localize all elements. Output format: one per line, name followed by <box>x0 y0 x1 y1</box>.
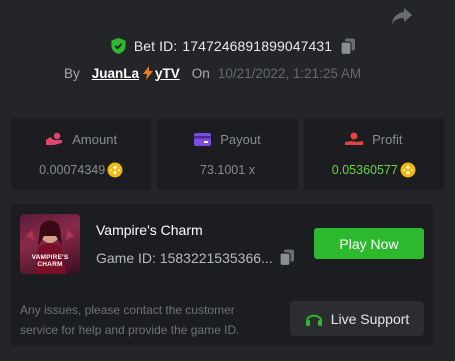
bnb-coin-icon <box>107 162 123 178</box>
profit-value: 0.05360577 <box>331 163 398 177</box>
game-id: Game ID: 1583221535366... <box>96 249 273 266</box>
payout-label: Payout <box>220 131 261 147</box>
profit-icon <box>345 132 364 145</box>
bet-stats: Amount 0.00074349 Payout 73.1001 x Profi… <box>11 118 444 190</box>
lightning-icon <box>143 66 154 80</box>
live-support-label: Live Support <box>330 310 410 327</box>
headset-icon <box>305 314 322 326</box>
amount-stat: Amount 0.00074349 <box>11 118 152 190</box>
bet-id: 1747246891899047431 <box>182 38 333 54</box>
username-link[interactable]: JuanLa yTV <box>92 66 180 81</box>
by-label: By <box>64 65 80 81</box>
game-id-row: Game ID: 1583221535366... <box>96 249 295 266</box>
amount-value: 0.00074349 <box>39 163 106 177</box>
game-card: VAMPIRE'S CHARM Vampire's Charm Game ID:… <box>11 204 433 346</box>
game-thumbnail-title: VAMPIRE'S CHARM <box>31 254 69 268</box>
bnb-coin-icon <box>400 162 416 178</box>
support-help-text: Any issues, please contact the customer … <box>20 303 240 337</box>
bet-id-row: Bet ID: 1747246891899047431 <box>0 36 455 56</box>
amount-icon <box>46 132 63 145</box>
bet-label: Bet ID: <box>133 38 178 54</box>
payout-stat: Payout 73.1001 x <box>157 118 298 190</box>
amount-label: Amount <box>72 131 118 147</box>
payout-icon <box>194 132 212 146</box>
author-row: By JuanLa yTV On 10/21/2022, 1:21:25 AM <box>64 63 361 83</box>
copy-game-id-icon[interactable] <box>279 249 295 266</box>
game-thumbnail[interactable]: VAMPIRE'S CHARM <box>20 214 80 274</box>
profit-label: Profit <box>372 131 403 147</box>
play-now-button[interactable]: Play Now <box>314 228 424 259</box>
on-label: On <box>191 65 210 81</box>
profit-stat: Profit 0.05360577 <box>303 118 444 190</box>
share-button[interactable] <box>391 6 413 26</box>
username-suffix: yTV <box>155 65 180 81</box>
bet-datetime: 10/21/2022, 1:21:25 AM <box>217 65 362 81</box>
verified-shield-icon <box>111 38 126 54</box>
payout-value: 73.1001 x <box>200 163 255 177</box>
live-support-button[interactable]: Live Support <box>290 301 424 336</box>
game-name: Vampire's Charm <box>96 222 203 238</box>
share-icon <box>392 8 412 24</box>
copy-bet-id-icon[interactable] <box>340 38 356 55</box>
username: JuanLa <box>91 65 140 81</box>
